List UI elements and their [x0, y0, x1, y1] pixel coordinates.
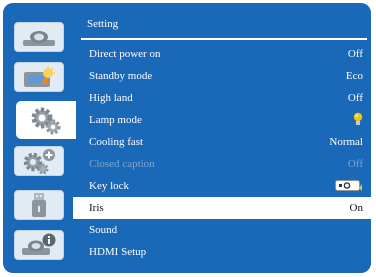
tab-usb[interactable]: [14, 190, 64, 220]
title-divider: [81, 38, 367, 40]
row-label: Key lock: [89, 180, 130, 192]
menu-row-hdmi-setup[interactable]: HDMI Setup: [73, 241, 371, 263]
row-label: HDMI Setup: [89, 246, 147, 258]
menu-row-sound[interactable]: Sound: [73, 219, 371, 241]
information-icon: [22, 233, 56, 255]
tab-display[interactable]: [14, 22, 64, 52]
row-value: Off: [347, 158, 363, 170]
tab-picture-adjust[interactable]: [14, 62, 64, 92]
row-label: Cooling fast: [89, 136, 144, 148]
settings-panel: Setting Direct power on Off Standby mode…: [73, 7, 371, 269]
extended-settings-icon: [23, 149, 55, 174]
row-label: Direct power on: [89, 48, 161, 60]
row-value: On: [349, 202, 363, 214]
menu-row-cooling-fast[interactable]: Cooling fast Normal: [73, 131, 371, 153]
usb-icon: [32, 193, 46, 217]
row-value: Off: [347, 48, 363, 60]
row-value: Off: [347, 92, 363, 104]
picture-adjust-icon: [24, 66, 55, 87]
menu-row-direct-power-on[interactable]: Direct power on Off: [73, 43, 371, 65]
row-label: Standby mode: [89, 70, 153, 82]
projector-osd-menu: Setting Direct power on Off Standby mode…: [3, 3, 371, 273]
menu-title: Setting: [87, 18, 119, 30]
display-icon: [23, 31, 55, 46]
row-label: Closed caption: [89, 158, 155, 170]
row-label: Sound: [89, 224, 118, 236]
setting-gear-icon: [31, 107, 61, 135]
lamp-bulb-icon: [353, 112, 363, 125]
menu-tab-sidebar: [3, 3, 76, 273]
tab-information[interactable]: [14, 230, 64, 260]
row-label: Lamp mode: [89, 114, 142, 126]
row-label: Iris: [89, 202, 104, 214]
menu-row-iris[interactable]: Iris On: [73, 197, 371, 219]
key-lock-icon: [335, 180, 362, 191]
menu-row-high-land[interactable]: High land Off: [73, 87, 371, 109]
row-value: Eco: [345, 70, 363, 82]
tab-extended-settings[interactable]: [14, 146, 64, 176]
menu-row-lamp-mode[interactable]: Lamp mode: [73, 109, 371, 131]
menu-row-standby-mode[interactable]: Standby mode Eco: [73, 65, 371, 87]
menu-row-closed-caption: Closed caption Off: [73, 153, 371, 175]
row-label: High land: [89, 92, 133, 104]
row-value: Normal: [329, 136, 363, 148]
tab-setting[interactable]: [16, 101, 76, 139]
menu-row-key-lock[interactable]: Key lock: [73, 175, 371, 197]
